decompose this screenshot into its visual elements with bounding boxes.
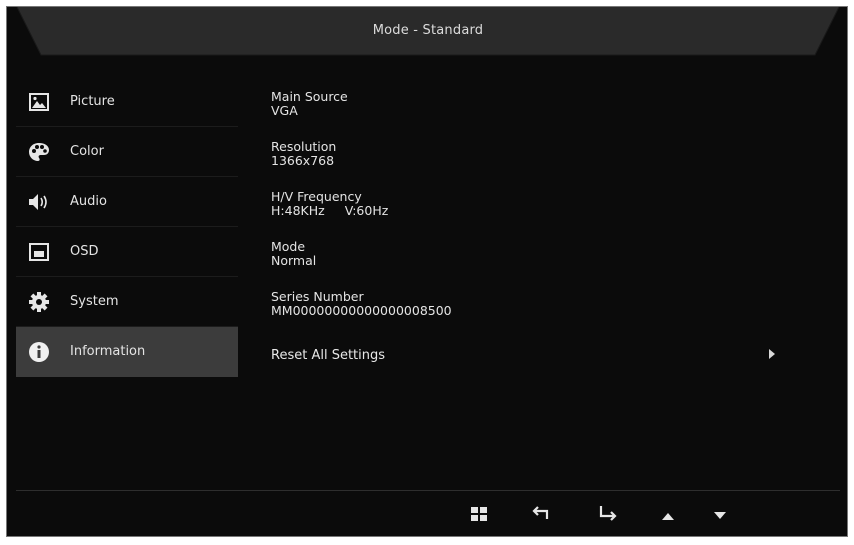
palette-icon — [28, 141, 50, 163]
sidebar-item-audio[interactable]: Audio — [16, 177, 238, 227]
v-frequency-value: V:60Hz — [344, 203, 389, 218]
down-arrow-icon — [713, 506, 727, 525]
menu-grid-icon — [471, 506, 487, 525]
back-button[interactable] — [530, 504, 554, 526]
info-value: 1366x768 — [271, 153, 335, 168]
info-label: H/V Frequency — [271, 189, 362, 204]
osd-menu: Mode - Standard Picture Color Audio OSD … — [6, 6, 848, 537]
sidebar-item-osd[interactable]: OSD — [16, 227, 238, 277]
down-button[interactable] — [708, 504, 732, 526]
info-mode: Mode Normal — [271, 240, 811, 290]
h-frequency-value: H:48KHz — [271, 203, 325, 218]
menu-grid-button[interactable] — [467, 504, 491, 526]
info-resolution: Resolution 1366x768 — [271, 140, 811, 190]
sidebar-item-label: OSD — [70, 244, 99, 259]
osd-window-icon — [28, 241, 50, 263]
info-value: MM00000000000000008500 — [271, 303, 452, 318]
information-panel: Main Source VGA Resolution 1366x768 H/V … — [271, 90, 811, 370]
enter-button[interactable] — [596, 504, 620, 526]
sidebar-item-label: Color — [70, 144, 104, 159]
sidebar-item-system[interactable]: System — [16, 277, 238, 327]
footer-divider — [16, 490, 840, 491]
info-series-number: Series Number MM00000000000000008500 — [271, 290, 811, 340]
chevron-right-icon — [769, 349, 775, 359]
mode-title: Mode - Standard — [372, 23, 484, 38]
sidebar-item-label: Information — [70, 344, 146, 359]
up-button[interactable] — [656, 504, 680, 526]
info-value: H:48KHz V:60Hz — [271, 204, 811, 218]
info-label: Series Number — [271, 289, 364, 304]
back-icon — [532, 505, 552, 525]
sidebar-item-label: Picture — [70, 94, 115, 109]
info-label: Resolution — [271, 139, 337, 154]
sidebar-item-picture[interactable]: Picture — [16, 77, 238, 127]
osd-header: Mode - Standard — [7, 7, 847, 65]
gear-icon — [28, 291, 50, 313]
info-value: Normal — [271, 253, 317, 268]
info-value: VGA — [271, 103, 298, 118]
speaker-icon — [28, 191, 50, 213]
sidebar-item-label: Audio — [70, 194, 107, 209]
sidebar-item-label: System — [70, 294, 119, 309]
picture-icon — [28, 91, 50, 113]
info-icon — [28, 341, 50, 363]
sidebar-item-color[interactable]: Color — [16, 127, 238, 177]
info-label: Main Source — [271, 89, 348, 104]
info-label: Mode — [271, 239, 306, 254]
info-main-source: Main Source VGA — [271, 90, 811, 140]
up-arrow-icon — [661, 506, 675, 525]
enter-icon — [598, 505, 618, 525]
reset-all-settings-item[interactable]: Reset All Settings — [271, 340, 811, 370]
info-frequency: H/V Frequency H:48KHz V:60Hz — [271, 190, 811, 240]
sidebar-menu: Picture Color Audio OSD System Informati… — [16, 77, 238, 377]
sidebar-item-information[interactable]: Information — [16, 327, 238, 377]
reset-all-settings-label: Reset All Settings — [271, 347, 386, 363]
